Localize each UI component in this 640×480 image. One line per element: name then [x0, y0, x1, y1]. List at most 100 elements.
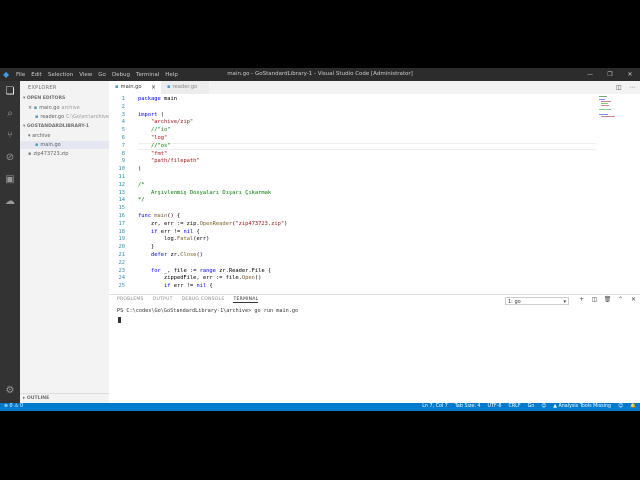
workspace-section[interactable]: ▾ GOSTANDARDLIBRARY-1	[20, 123, 112, 131]
minimap-line	[599, 99, 605, 100]
code-line[interactable]: func main() {	[138, 213, 180, 219]
source-control-icon[interactable]: ⑂	[4, 130, 16, 142]
minimize-icon[interactable]: —	[580, 68, 600, 81]
menu-debug[interactable]: Debug	[112, 72, 130, 78]
open-editor-hint: archive	[61, 105, 80, 111]
menu-help[interactable]: Help	[165, 72, 178, 78]
code-line[interactable]: Arşivlenmiş Dosyaları Dışarı Çıkarmak	[138, 190, 271, 196]
explorer-icon[interactable]: ❏	[4, 86, 16, 98]
terminal-cursor	[118, 317, 121, 323]
terminal-output[interactable]: PS C:\codes\Go\GoStandardLibrary-1\archi…	[117, 308, 298, 314]
status-encoding[interactable]: UTF-8	[487, 403, 501, 411]
menu-edit[interactable]: Edit	[31, 72, 42, 78]
status-analysis-tools[interactable]: ▲ Analysis Tools Missing	[553, 403, 611, 411]
feedback-icon[interactable]: ☺	[618, 403, 623, 411]
close-window-icon[interactable]: ✕	[620, 68, 640, 81]
status-language[interactable]: Go	[528, 403, 535, 411]
code-line[interactable]: "log"	[138, 135, 167, 141]
code-line[interactable]: import (	[138, 112, 164, 118]
new-terminal-icon[interactable]: +	[575, 296, 588, 303]
tab-debug-console[interactable]: DEBUG CONSOLE	[182, 297, 225, 303]
menu-view[interactable]: View	[79, 72, 92, 78]
code-line[interactable]: zippedFile, err := file.Open()	[138, 275, 261, 281]
code-line[interactable]: if err != nil {	[138, 283, 213, 289]
maximize-icon[interactable]: ❐	[600, 68, 620, 81]
go-file-icon: ▪	[33, 105, 38, 111]
problems-status[interactable]: ⊗ 0 ⚠ 0	[4, 403, 23, 411]
menu-go[interactable]: Go	[98, 72, 106, 78]
code-line[interactable]: "path/filepath"	[138, 158, 200, 164]
status-eol[interactable]: CRLF	[508, 403, 520, 411]
file-name: zip473723.zip	[33, 151, 69, 157]
line-number: 9	[121, 158, 125, 165]
code-line[interactable]: zr, err := zip.OpenReader("zip473723.zip…	[138, 221, 287, 227]
tree-folder-archive[interactable]: ▾ archive	[20, 132, 117, 140]
code-line[interactable]: for _, file := range zr.Reader.File {	[138, 268, 271, 274]
code-editor[interactable]: 1 package main 2 3 import (4 "archive/zip" 5 …	[109, 94, 597, 294]
line-number: 21	[118, 252, 126, 258]
tab-main-go[interactable]: ▪ main.go ×	[109, 81, 161, 94]
line-number: 7	[121, 142, 125, 149]
code-line[interactable]: "fmt"	[138, 151, 167, 157]
code-line[interactable]: //"io"	[138, 127, 170, 133]
go-file-icon: ▪	[35, 142, 39, 148]
folder-name: archive	[32, 133, 51, 139]
status-cursor-position[interactable]: Ln 7, Col 7	[422, 403, 448, 411]
minimap-line	[601, 116, 615, 117]
open-editors-section[interactable]: ▾ OPEN EDITORS	[20, 95, 112, 103]
tab-label: main.go	[120, 84, 142, 90]
code-line[interactable]: log.Fatal(err)	[138, 236, 209, 242]
open-editors-label: OPEN EDITORS	[26, 96, 66, 101]
split-terminal-icon[interactable]: ◫	[588, 296, 601, 303]
minimap-line	[599, 109, 611, 110]
menu-terminal[interactable]: Terminal	[136, 72, 159, 78]
menu-bar: File Edit Selection View Go Debug Termin…	[16, 68, 184, 81]
code-line[interactable]: defer zr.Close()	[138, 252, 203, 258]
tab-output[interactable]: OUTPUT	[153, 297, 173, 303]
kill-terminal-icon[interactable]: 🗑	[601, 296, 614, 303]
tab-terminal[interactable]: TERMINAL	[233, 297, 259, 303]
smiley-icon[interactable]: ☺	[541, 403, 546, 411]
code-line[interactable]: /*	[138, 182, 145, 188]
line-number: 10	[118, 166, 126, 173]
menu-selection[interactable]: Selection	[48, 72, 73, 78]
open-editor-main-go[interactable]: × ▪ main.go archive	[20, 104, 117, 112]
line-number: 15	[118, 205, 126, 212]
bell-icon[interactable]: 🔔	[630, 403, 636, 411]
terminal-select[interactable]: 1: go ▾	[505, 297, 569, 305]
code-line[interactable]: }	[138, 244, 154, 250]
outline-label: OUTLINE	[26, 396, 50, 401]
search-icon[interactable]: ⌕	[4, 108, 16, 120]
explorer-sidebar: EXPLORER ▾ OPEN EDITORS × ▪ main.go archiv…	[20, 81, 124, 403]
close-tab-icon[interactable]: ×	[151, 81, 156, 94]
window-controls: — ❐ ✕	[580, 68, 640, 81]
file-name: main.go	[40, 142, 61, 148]
minimap[interactable]	[597, 94, 640, 294]
code-line[interactable]: */	[138, 197, 145, 203]
debug-icon[interactable]: ⊘	[4, 152, 16, 164]
status-tab-size[interactable]: Tab Size: 4	[455, 403, 481, 411]
line-number: 5	[121, 127, 125, 134]
close-editor-icon[interactable]: ×	[28, 105, 32, 111]
line-number: 12	[118, 181, 126, 188]
extensions-icon[interactable]: ▣	[4, 174, 16, 186]
maximize-panel-icon[interactable]: ⌃	[614, 296, 627, 303]
more-actions-icon[interactable]: ⋯	[629, 84, 635, 91]
minimap-line	[599, 114, 608, 115]
tab-problems[interactable]: PROBLEMS	[117, 297, 144, 303]
code-line[interactable]: package main	[138, 96, 177, 102]
code-line[interactable]: "archive/zip"	[138, 119, 193, 125]
open-editor-name: reader.go	[40, 114, 65, 120]
current-line-highlight	[138, 142, 596, 151]
close-panel-icon[interactable]: ✕	[627, 296, 640, 303]
code-line[interactable]: )	[138, 166, 141, 172]
docker-icon[interactable]: ☁	[4, 196, 16, 208]
code-line[interactable]: if err != nil {	[138, 229, 200, 235]
split-editor-icon[interactable]: ◫	[616, 84, 622, 91]
menu-file[interactable]: File	[16, 72, 25, 78]
code-line[interactable]: //"os"	[138, 143, 170, 149]
terminal-select-value: 1: go	[508, 299, 521, 305]
settings-gear-icon[interactable]: ⚙	[4, 385, 16, 397]
tree-file-zip[interactable]: ▪ zip473723.zip	[20, 150, 117, 158]
tab-reader-go[interactable]: ▪ reader.go	[161, 81, 209, 94]
